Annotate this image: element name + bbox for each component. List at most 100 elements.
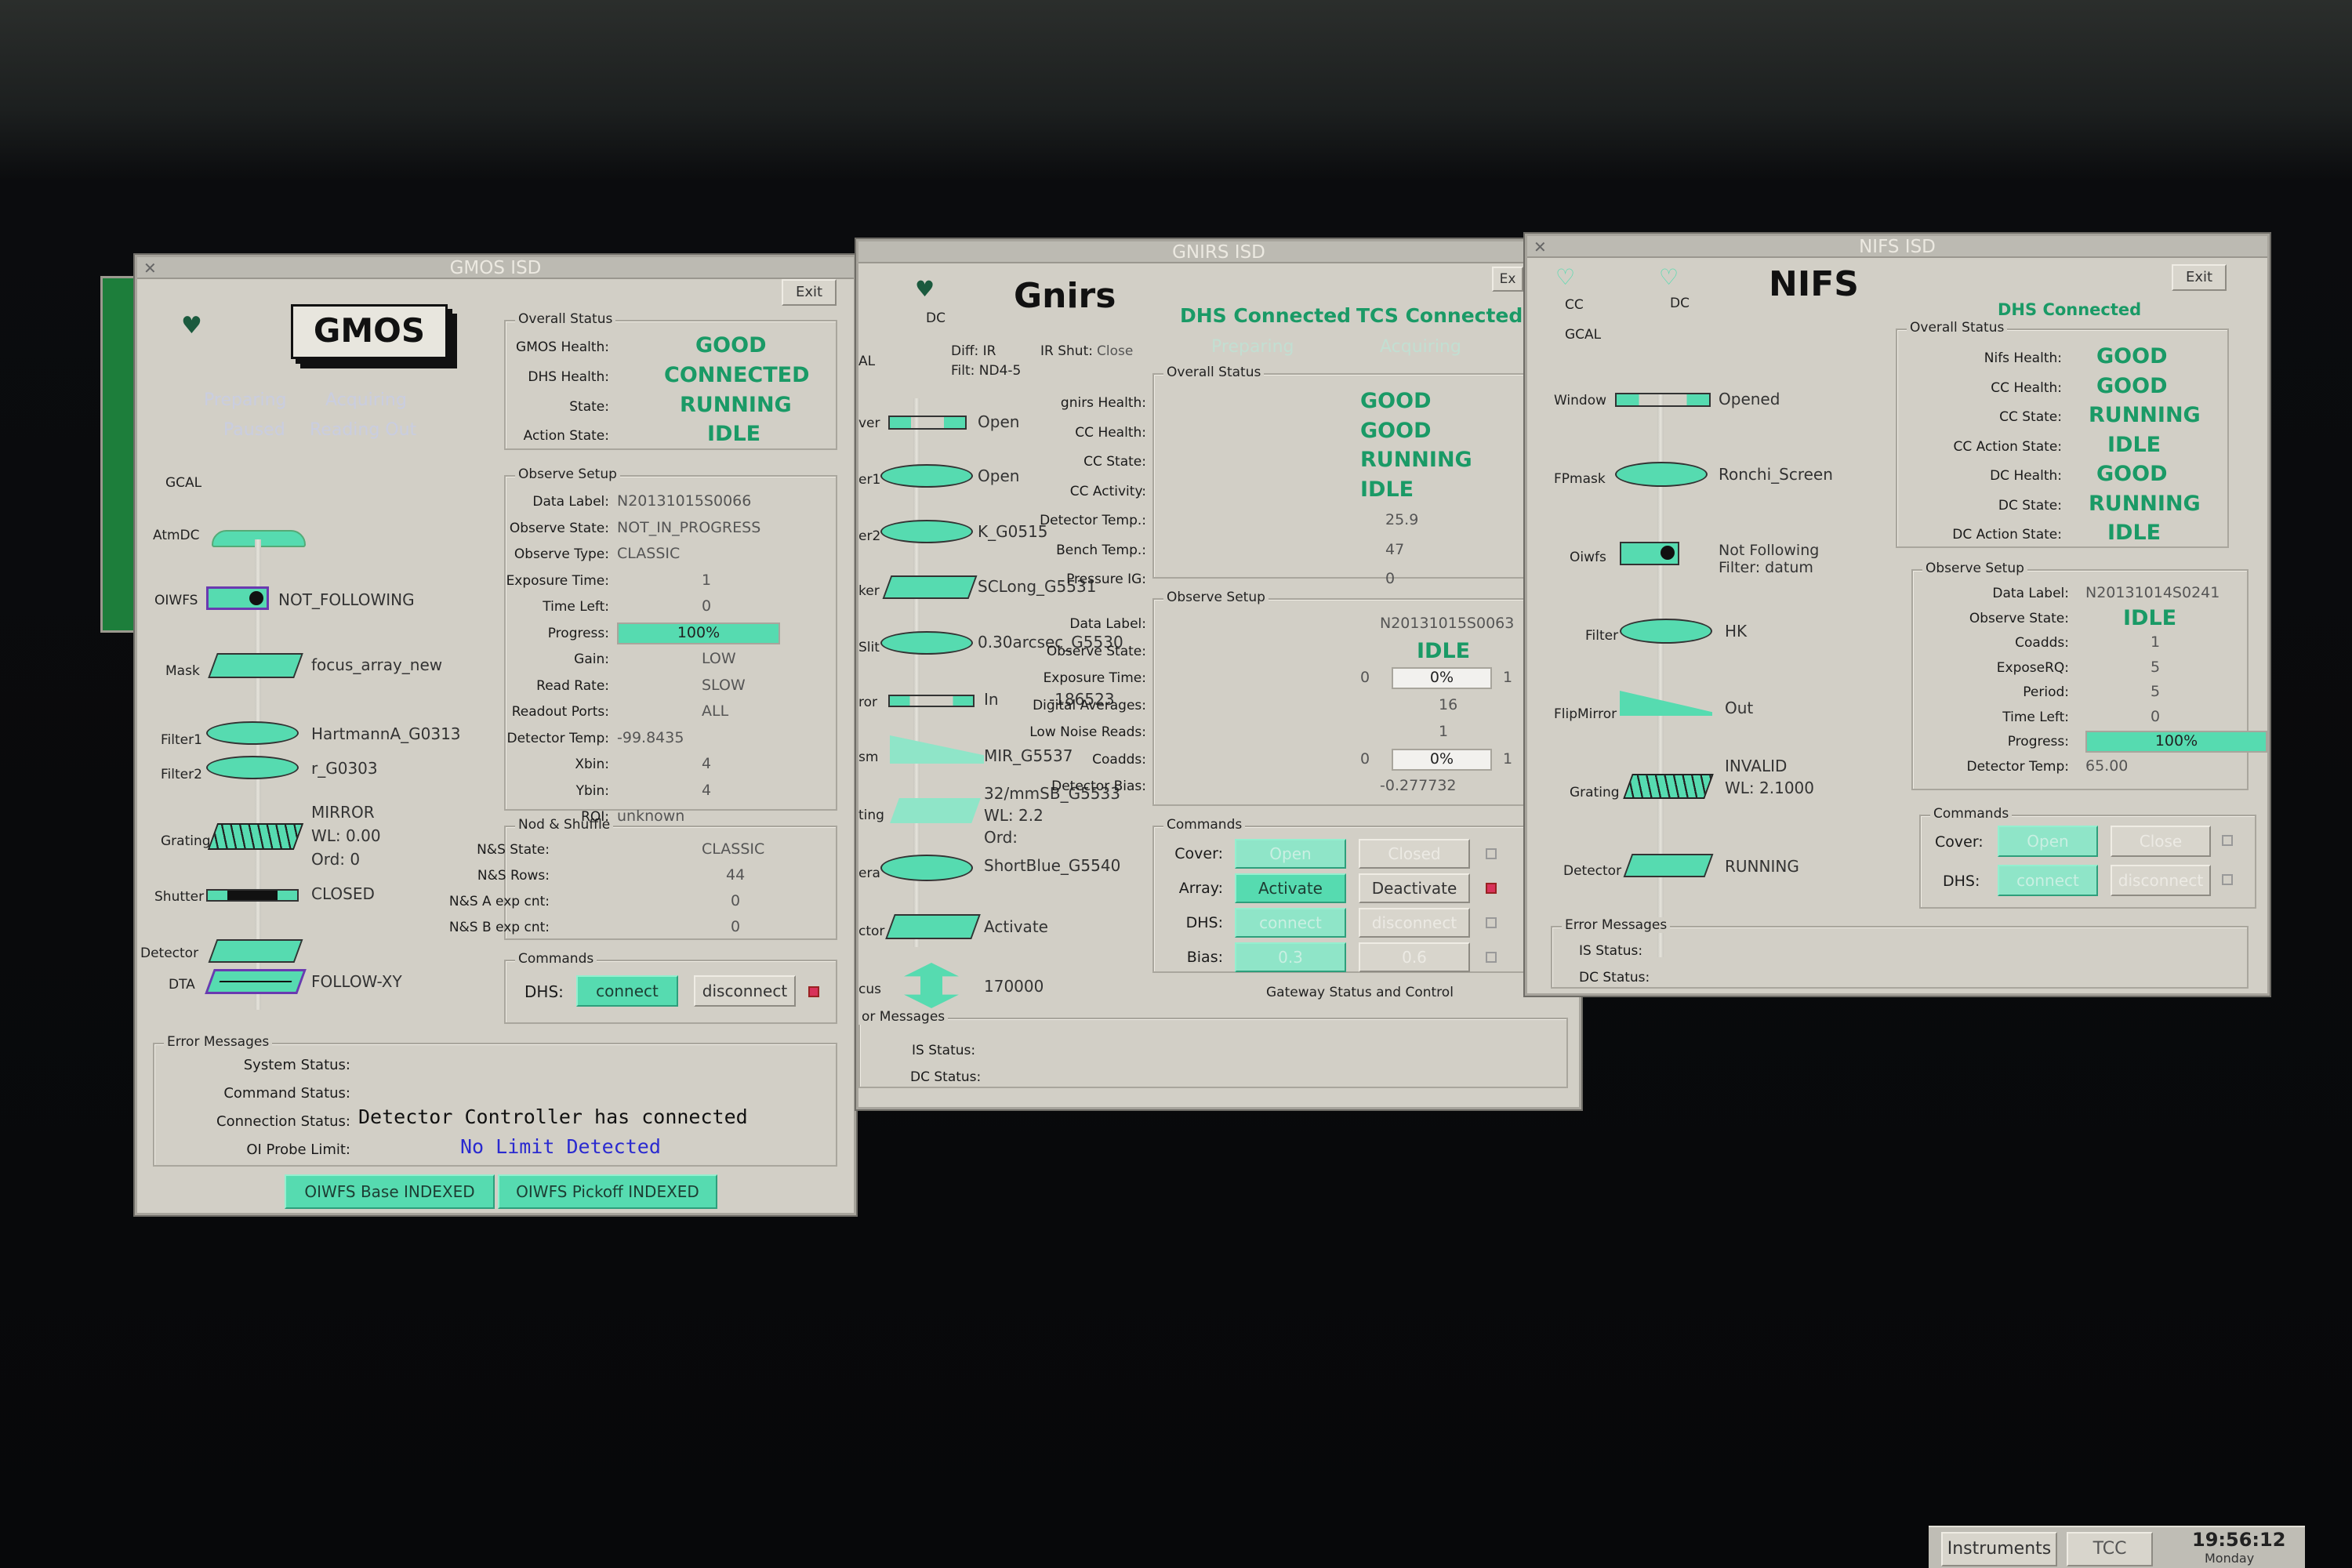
cmd-indicator-2 — [1486, 917, 1497, 928]
flipmirror-icon[interactable] — [1620, 691, 1712, 716]
cmd-on-button-3[interactable]: 0.3 — [1235, 942, 1346, 972]
cmd-on-button-2[interactable]: connect — [1235, 908, 1346, 938]
cover-icon[interactable] — [888, 416, 967, 430]
focus-icon[interactable] — [904, 963, 959, 1008]
open-button[interactable]: Open — [1998, 826, 2098, 857]
setup-value-0: N20131014S0241 — [2085, 584, 2220, 601]
filter1-icon[interactable] — [206, 721, 299, 745]
overall-value-6: 0 — [1385, 570, 1396, 587]
detector-icon[interactable] — [208, 939, 303, 963]
mirror-icon[interactable] — [888, 695, 975, 707]
clock: 19:56:12 — [2192, 1529, 2286, 1551]
nifs-titlebar[interactable]: ✕ NIFS ISD — [1527, 236, 2267, 258]
setup-label-0: Data Label: — [532, 494, 609, 510]
filter2-label: er2 — [858, 528, 881, 544]
detector-icon[interactable] — [885, 914, 981, 939]
cmd-off-button-1[interactable]: Deactivate — [1359, 873, 1470, 903]
dta-icon[interactable] — [205, 969, 307, 994]
overall-value-1: GOOD — [1360, 418, 1432, 443]
gmos-health-value: GOOD — [695, 333, 767, 358]
flipmirror-value: Out — [1725, 699, 1754, 717]
connect-button[interactable]: connect — [576, 975, 678, 1007]
filter1-label: Filter1 — [161, 732, 202, 748]
detector-label: Detector — [140, 946, 199, 961]
grating-value: MIRROR — [311, 803, 375, 822]
frame-title: Commands — [1163, 817, 1246, 833]
cover-status-indicator — [2222, 835, 2233, 846]
overall-value-6: IDLE — [2107, 521, 2161, 545]
filter2-icon[interactable] — [206, 756, 299, 779]
detector-icon[interactable] — [1623, 854, 1714, 877]
window-icon[interactable] — [1615, 393, 1711, 407]
setup-value-5: 0 — [2151, 707, 2161, 725]
close-icon[interactable]: ✕ — [143, 257, 157, 279]
ns-a-value: 0 — [731, 892, 741, 909]
shutter-icon[interactable] — [206, 889, 299, 902]
tcc-button[interactable]: TCC — [2067, 1532, 2153, 1566]
exit-button[interactable]: Exit — [2172, 264, 2227, 291]
grating-wl: WL: 2.1000 — [1725, 779, 1814, 797]
filt-label: Filt: ND4-5 — [951, 363, 1022, 379]
instruments-button[interactable]: Instruments — [1941, 1532, 2057, 1566]
setup-label-6: Detector Bias: — [1051, 779, 1146, 794]
cmd-indicator-3 — [1486, 952, 1497, 963]
setup-label-7: Detector Temp: — [1966, 758, 2069, 775]
prism-label: sm — [858, 750, 879, 765]
close-button[interactable]: Close — [2111, 826, 2211, 857]
decker-icon[interactable] — [882, 575, 978, 599]
setup-value-12: unknown — [617, 808, 685, 825]
overall-label-1: CC Health: — [1075, 424, 1146, 441]
gmos-window: ✕ GMOS ISD Exit ♥ GMOS Preparing Acquirin… — [135, 255, 856, 1215]
fpmask-icon[interactable] — [1615, 462, 1708, 487]
filter-icon[interactable] — [1620, 619, 1712, 644]
cmd-on-button-0[interactable]: Open — [1235, 839, 1346, 869]
setup-label-10: Xbin: — [575, 757, 609, 772]
setup-min-2: 0 — [1360, 669, 1370, 686]
connect-button[interactable]: connect — [1998, 865, 2098, 896]
cmd-off-button-0[interactable]: Closed — [1359, 839, 1470, 869]
camera-icon[interactable] — [880, 855, 973, 881]
dc-status-label: DC Status: — [910, 1069, 982, 1085]
slit-icon[interactable] — [880, 631, 973, 655]
exit-button[interactable]: Exit — [782, 279, 837, 306]
setup-value-1: IDLE — [2123, 605, 2177, 630]
gmos-titlebar[interactable]: ✕ GMOS ISD — [137, 257, 854, 279]
close-icon[interactable]: ✕ — [1534, 236, 1547, 258]
oiwfs-base-indexed[interactable]: OIWFS Base INDEXED — [285, 1174, 495, 1209]
gnirs-titlebar[interactable]: GNIRS ISD — [858, 241, 1579, 263]
overall-label-0: Nifs Health: — [1984, 350, 2062, 366]
oiwfs-icon[interactable] — [1620, 542, 1679, 565]
cmd-off-button-2[interactable]: disconnect — [1359, 908, 1470, 938]
grating-icon[interactable] — [1623, 774, 1714, 799]
mask-label: Mask — [165, 663, 200, 679]
cmd-label-1: Array: — [1178, 880, 1223, 897]
frame-title: Error Messages — [164, 1034, 273, 1050]
grating-icon[interactable] — [890, 798, 981, 823]
cmd-on-button-1[interactable]: Activate — [1235, 873, 1346, 903]
flipmirror-label: FlipMirror — [1554, 706, 1617, 722]
overall-value-5: RUNNING — [2089, 491, 2201, 516]
setup-label-6: Progress: — [2007, 734, 2069, 750]
is-status-label: IS Status: — [1579, 943, 1643, 959]
filter1-icon[interactable] — [880, 464, 973, 488]
frame-title: Observe Setup — [515, 466, 620, 482]
atmdc-label: AtmDC — [153, 528, 200, 543]
setup-value-4: 0 — [702, 597, 712, 615]
filter2-icon[interactable] — [880, 520, 973, 543]
oiwfs-pickoff-indexed[interactable]: OIWFS Pickoff INDEXED — [498, 1174, 717, 1209]
window-value: Opened — [1719, 390, 1780, 408]
grating-icon[interactable] — [207, 823, 304, 850]
cmd-label-2: DHS: — [1185, 914, 1223, 931]
gnirs-logo: Gnirs — [1014, 276, 1116, 316]
mask-icon[interactable] — [208, 653, 303, 678]
dta-value: FOLLOW-XY — [311, 972, 402, 991]
cmd-label-0: Cover: — [1174, 845, 1223, 862]
irshut-label: IR Shut: — [1040, 343, 1093, 359]
cmd-off-button-3[interactable]: 0.6 — [1359, 942, 1470, 972]
disconnect-button[interactable]: disconnect — [694, 975, 796, 1007]
disconnect-button[interactable]: disconnect — [2111, 865, 2211, 896]
prism-icon[interactable] — [890, 735, 984, 764]
oiwfs-icon[interactable] — [206, 586, 269, 610]
exit-button[interactable]: Ex — [1492, 267, 1523, 292]
gmos-logo: GMOS — [291, 304, 448, 359]
